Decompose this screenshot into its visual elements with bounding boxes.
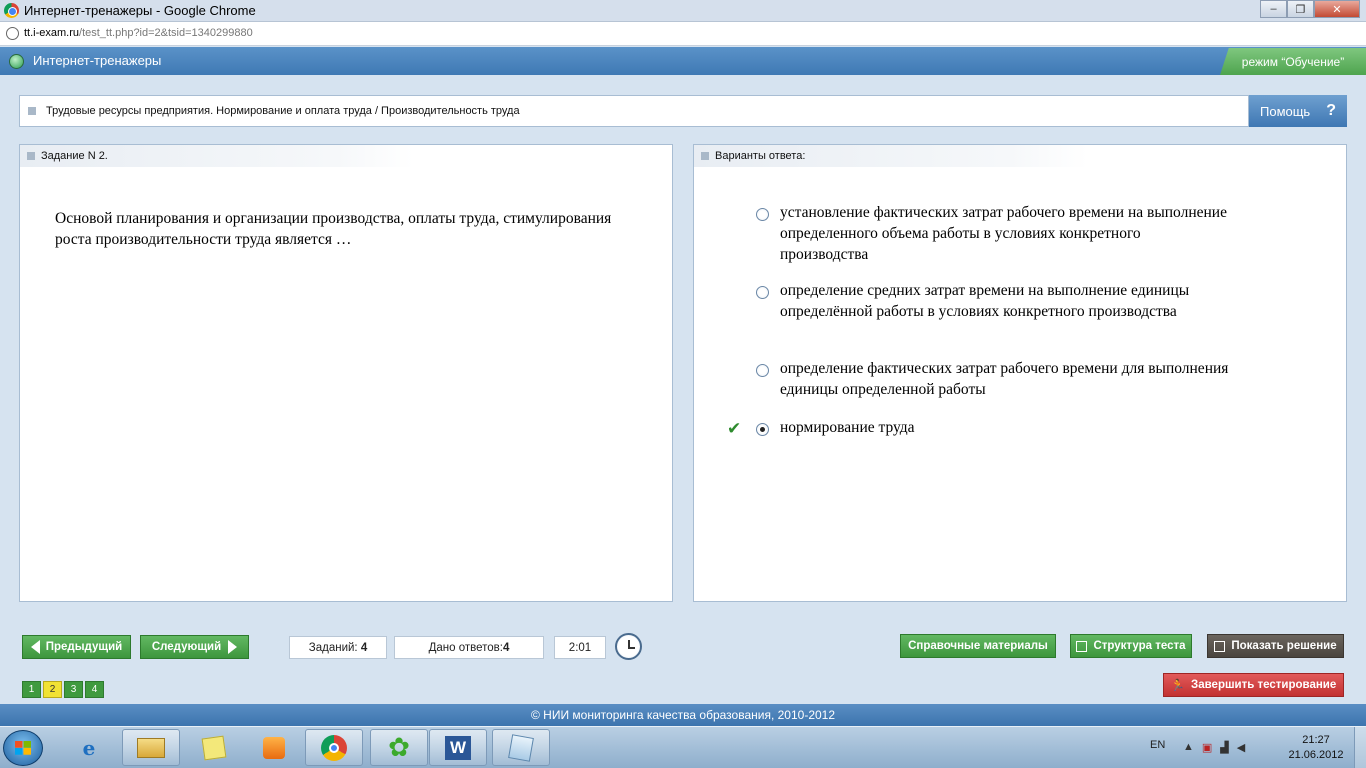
show-desktop-button[interactable] — [1354, 727, 1366, 768]
breadcrumb: Трудовые ресурсы предприятия. Нормирован… — [19, 95, 1249, 127]
radio-button[interactable] — [756, 364, 769, 377]
solution-label: Показать решение — [1231, 640, 1337, 652]
help-button[interactable]: Помощь ? — [1249, 95, 1347, 127]
page-button[interactable]: 4 — [85, 681, 104, 698]
radio-button[interactable] — [756, 286, 769, 299]
next-label: Следующий — [151, 641, 222, 653]
list-icon — [1076, 640, 1088, 652]
address-bar[interactable]: tt.i-exam.ru/test_tt.php?id=2&tsid=13402… — [0, 22, 1366, 46]
answer-text[interactable]: определение средних затрат времени на вы… — [780, 280, 1230, 322]
help-label: Помощь — [1260, 103, 1311, 119]
answers-panel-header: Варианты ответа: — [694, 145, 1088, 167]
question-pager: 1 2 3 4 — [22, 681, 106, 698]
minimize-button[interactable]: – — [1260, 0, 1287, 18]
question-panel-header: Задание N 2. — [20, 145, 414, 167]
breadcrumb-text: Трудовые ресурсы предприятия. Нормирован… — [46, 105, 520, 117]
question-mark-icon: ? — [1326, 102, 1336, 119]
answered-count: 4 — [502, 641, 510, 654]
structure-label: Структура теста — [1093, 640, 1186, 652]
signal-icon[interactable]: ▟ — [1220, 741, 1228, 754]
sticky-notes-icon[interactable] — [185, 729, 243, 766]
page-button-current[interactable]: 2 — [43, 681, 62, 698]
previous-label: Предыдущий — [45, 641, 123, 653]
footer-text: © НИИ мониторинга качества образования, … — [530, 708, 836, 722]
page-icon — [6, 27, 19, 40]
file-explorer-icon[interactable] — [122, 729, 180, 766]
tasks-count-box: Заданий: 4 — [289, 636, 387, 659]
network-error-icon[interactable]: ▣ — [1202, 741, 1212, 754]
volume-icon[interactable]: ◀ — [1237, 741, 1245, 754]
show-solution-button[interactable]: Показать решение — [1207, 634, 1344, 658]
app-name: Интернет-тренажеры — [33, 53, 162, 68]
url-host: tt.i-exam.ru — [24, 27, 80, 39]
clock-date: 21.06.2012 — [1288, 749, 1344, 761]
page-button[interactable]: 1 — [22, 681, 41, 698]
answers-header: Варианты ответа: — [715, 150, 806, 162]
page-button[interactable]: 3 — [64, 681, 83, 698]
clock-icon — [615, 633, 642, 660]
mode-badge: режим “Обучение” — [1220, 48, 1366, 75]
arrow-right-icon — [228, 640, 238, 654]
notepad-icon[interactable] — [492, 729, 550, 766]
language-indicator[interactable]: EN — [1150, 739, 1165, 751]
runner-icon: 🏃 — [1170, 680, 1186, 692]
window-titlebar: Интернет-тренажеры - Google Chrome – ❐ ✕ — [0, 0, 1366, 22]
start-button[interactable] — [3, 730, 43, 766]
answer-text[interactable]: установление фактических затрат рабочего… — [780, 202, 1230, 265]
chrome-icon — [4, 3, 19, 18]
url-path: /test_tt.php?id=2&tsid=1340299880 — [79, 27, 253, 39]
question-panel: Задание N 2. Основой планирования и орга… — [19, 144, 673, 602]
close-button[interactable]: ✕ — [1314, 0, 1360, 18]
bullet-icon — [27, 152, 35, 160]
answers-panel: Варианты ответа: установление фактически… — [693, 144, 1347, 602]
answer-text[interactable]: определение фактических затрат рабочего … — [780, 358, 1230, 400]
window-title: Интернет-тренажеры - Google Chrome — [24, 3, 256, 18]
footer: © НИИ мониторинга качества образования, … — [0, 704, 1366, 726]
system-clock[interactable]: 21:27 21.06.2012 — [1287, 733, 1345, 763]
timer-box: 2:01 — [554, 636, 606, 659]
test-structure-button[interactable]: Структура теста — [1070, 634, 1192, 658]
tasks-label: Заданий: — [308, 641, 358, 654]
radio-button[interactable] — [756, 423, 769, 436]
finish-test-button[interactable]: 🏃 Завершить тестирование — [1163, 673, 1344, 697]
taskbar: e ✿ W EN ▲ ▣ ▟ ◀ 21:27 21.06.2012 — [0, 726, 1366, 768]
bullet-icon — [701, 152, 709, 160]
google-chrome-icon[interactable] — [305, 729, 363, 766]
app-header: Интернет-тренажеры — [0, 47, 1366, 75]
arrow-left-icon — [30, 640, 40, 654]
bullet-icon — [28, 107, 36, 115]
tray-expand-icon[interactable]: ▲ — [1183, 741, 1194, 754]
media-player-icon[interactable] — [245, 729, 303, 766]
microsoft-word-icon[interactable]: W — [429, 729, 487, 766]
checkmark-icon: ✔ — [727, 419, 742, 438]
previous-button[interactable]: Предыдущий — [22, 635, 131, 659]
finish-label: Завершить тестирование — [1191, 679, 1337, 691]
reference-label: Справочные материалы — [908, 640, 1048, 652]
question-text: Основой планирования и организации произ… — [55, 210, 612, 248]
system-tray: ▲ ▣ ▟ ◀ — [1183, 741, 1245, 754]
answered-count-box: Дано ответов: 4 — [394, 636, 544, 659]
answered-label: Дано ответов: — [428, 641, 503, 654]
answer-text[interactable]: нормирование труда — [780, 417, 1230, 438]
maximize-button[interactable]: ❐ — [1287, 0, 1314, 18]
tasks-count: 4 — [360, 641, 368, 654]
timer-value: 2:01 — [568, 641, 592, 654]
reference-materials-button[interactable]: Справочные материалы — [900, 634, 1056, 658]
book-icon — [1214, 640, 1226, 652]
icq-icon[interactable]: ✿ — [370, 729, 428, 766]
next-button[interactable]: Следующий — [140, 635, 249, 659]
internet-explorer-icon[interactable]: e — [60, 729, 118, 766]
radio-button[interactable] — [756, 208, 769, 221]
clock-time: 21:27 — [1302, 734, 1330, 746]
task-number: Задание N 2. — [41, 150, 108, 162]
url-text[interactable]: tt.i-exam.ru/test_tt.php?id=2&tsid=13402… — [24, 27, 253, 39]
window-controls: – ❐ ✕ — [1260, 0, 1360, 18]
app-logo-icon — [9, 54, 24, 69]
